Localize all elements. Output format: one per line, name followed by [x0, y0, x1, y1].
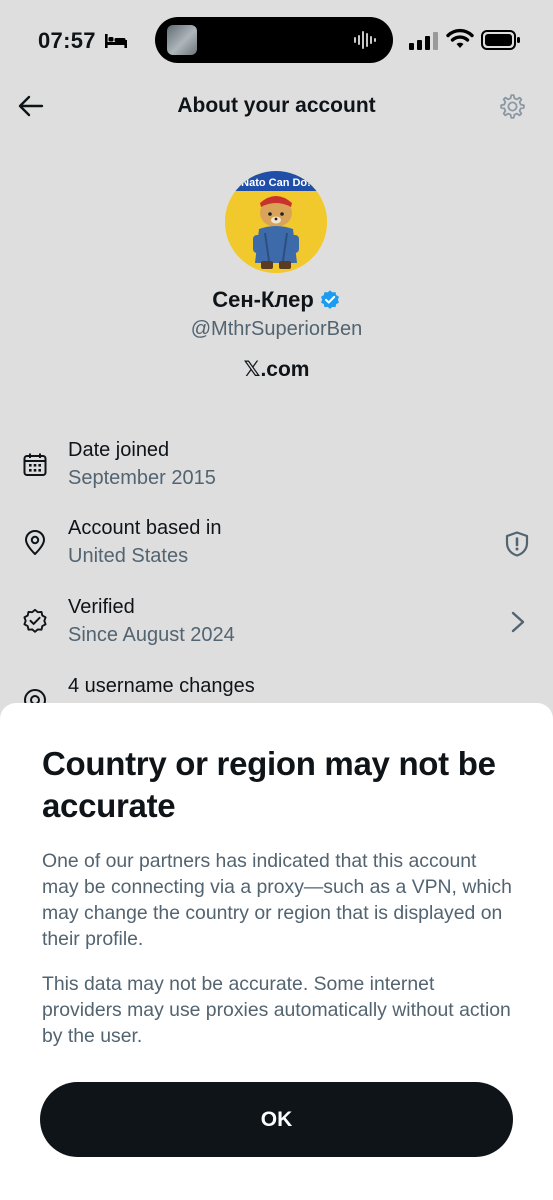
ok-button[interactable]: OK [40, 1082, 513, 1157]
avatar-image: Nato Can Do! [225, 171, 327, 273]
battery-icon [481, 30, 520, 50]
media-thumbnail [167, 25, 197, 55]
account-based-in-value: United States [68, 545, 189, 567]
page-title: About your account [177, 94, 376, 117]
verified-label: Verified [68, 596, 135, 618]
status-time: 07:57 [38, 28, 96, 53]
gear-icon[interactable] [498, 92, 527, 121]
verified-badge-icon[interactable] [319, 289, 341, 311]
profile-name-row: Сен-Клер [0, 287, 553, 313]
status-bar: 07:57 [0, 0, 553, 80]
dynamic-island [155, 17, 393, 63]
verified-row[interactable]: Verified Since August 2024 [0, 596, 553, 666]
avatar[interactable]: Nato Can Do! [225, 171, 327, 273]
account-based-in-row: Account based in United States [0, 517, 553, 587]
dialog-paragraph-1: One of our partners has indicated that t… [42, 850, 512, 950]
bottom-sheet-dialog: Country or region may not be accurate On… [0, 703, 553, 1200]
site-label: 𝕏.com [243, 358, 310, 381]
date-joined-label: Date joined [68, 439, 170, 461]
bed-icon [105, 34, 127, 48]
verified-value: Since August 2024 [68, 624, 235, 646]
profile-handle: @MthrSuperiorBen [190, 318, 363, 340]
signal-icon [409, 32, 438, 50]
top-nav: About your account [0, 80, 553, 132]
username-changes-label: 4 username changes [68, 675, 255, 697]
display-name: Сен-Клер [212, 287, 314, 312]
dialog-title: Country or region may not be accurate [42, 745, 496, 824]
avatar-banner-text: Nato Can Do! [241, 177, 311, 189]
calendar-icon [23, 453, 47, 476]
account-based-in-label: Account based in [68, 517, 222, 539]
date-joined-value: September 2015 [68, 467, 216, 489]
verified-outline-icon [23, 608, 47, 633]
dialog-paragraph-2: This data may not be accurate. Some inte… [42, 973, 511, 1047]
chevron-right-icon[interactable] [509, 611, 527, 633]
date-joined-row: Date joined September 2015 [0, 439, 553, 509]
audio-waveform-icon [354, 31, 376, 49]
wifi-icon [446, 28, 474, 48]
location-pin-icon [25, 530, 45, 555]
shield-warning-icon[interactable] [503, 530, 531, 558]
